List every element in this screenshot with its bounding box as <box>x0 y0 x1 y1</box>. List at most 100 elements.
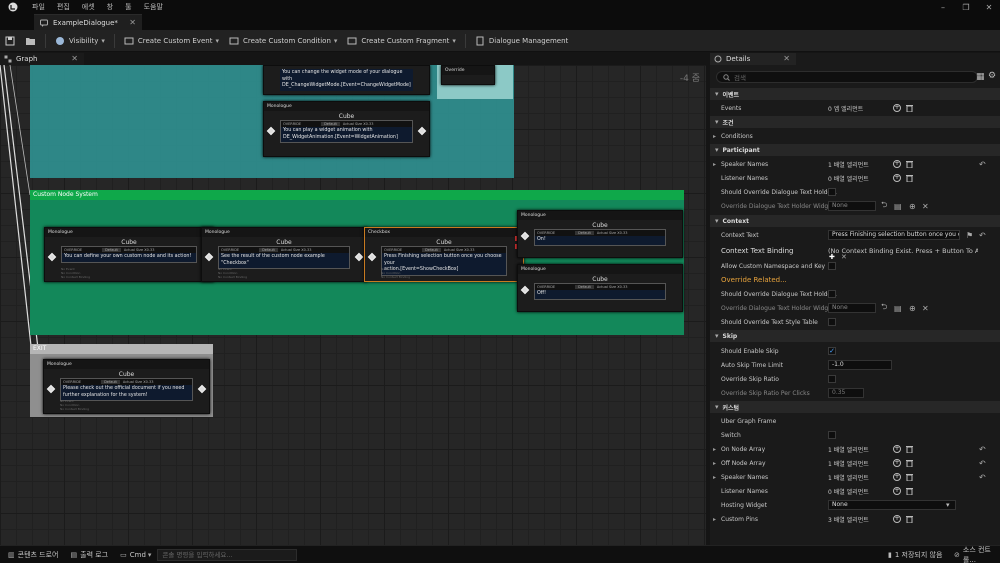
create-custom-fragment-button[interactable]: Create Custom Fragment ▾ <box>342 32 460 50</box>
source-control-button[interactable]: ⊘ 소스 컨트롤... <box>954 545 1000 563</box>
exec-input-pin[interactable] <box>204 252 214 262</box>
exec-input-pin[interactable] <box>520 231 530 241</box>
unreal-logo-icon[interactable] <box>6 0 20 14</box>
folder-icon[interactable]: ▤ <box>894 202 902 211</box>
prop-custom-pins[interactable]: Custom Pins3 배열 엘리먼트+ <box>710 512 1000 526</box>
override-node[interactable]: Override <box>441 65 495 85</box>
exec-output-pin[interactable] <box>354 252 364 262</box>
document-tab[interactable]: ExampleDialogue* ✕ <box>34 14 142 30</box>
reset-icon[interactable]: ↶ <box>979 160 986 169</box>
checkbox[interactable] <box>828 375 836 383</box>
exec-input-pin[interactable] <box>47 252 57 262</box>
add-icon[interactable]: ⊕ <box>909 304 916 313</box>
monologue-node-define[interactable]: Monologue Cube OVERRIDE Default Actual Siz… <box>44 227 214 282</box>
exec-input-pin[interactable] <box>520 285 530 295</box>
trash-icon[interactable] <box>906 487 913 496</box>
visibility-button[interactable]: Visibility ▾ <box>50 32 110 50</box>
add-icon[interactable]: + <box>893 445 901 453</box>
menu-file[interactable]: 파일 <box>32 2 45 12</box>
folder-icon[interactable]: ▤ <box>894 304 902 313</box>
exec-input-pin[interactable] <box>46 384 56 394</box>
menu-tools[interactable]: 툴 <box>125 2 131 12</box>
close-icon[interactable]: ✕ <box>922 304 929 313</box>
exec-input-pin[interactable] <box>266 126 276 136</box>
skip-ratio-field[interactable]: 0.35 <box>828 388 864 398</box>
widget-mode-node[interactable]: You can change the widget mode of your d… <box>263 65 430 95</box>
checkbox[interactable] <box>828 318 836 326</box>
graph-tab[interactable]: Graph ✕ <box>0 53 84 65</box>
exec-input-pin[interactable] <box>367 252 377 262</box>
context-text-field[interactable]: Press Finishing selection button once yo… <box>828 230 960 240</box>
section-event[interactable]: ▾ 이벤트 <box>710 88 1000 100</box>
details-search-input[interactable]: 검색 <box>716 71 978 83</box>
trash-icon[interactable] <box>906 174 913 183</box>
close-window-icon[interactable]: ✕ <box>978 0 1000 14</box>
checkbox-node[interactable]: Checkbox Cube OVERRIDE Default Actual Size… <box>364 227 524 282</box>
section-participant[interactable]: ▾ Participant <box>710 144 1000 156</box>
menu-window[interactable]: 창 <box>107 2 113 12</box>
chevron-down-icon[interactable]: ▾ <box>946 501 950 509</box>
section-custom[interactable]: ▾ 커스텀 <box>710 401 1000 413</box>
add-icon[interactable]: + <box>893 473 901 481</box>
prop-conditions[interactable]: Conditions <box>710 129 1000 143</box>
add-icon[interactable]: + <box>893 174 901 182</box>
holder-widget-select[interactable]: None <box>828 201 876 211</box>
monologue-node-checkbox-example[interactable]: Monologue Cube OVERRIDE Default Actual Siz… <box>201 227 367 282</box>
monologue-node-on[interactable]: Monologue Cube OVERRIDE Default Actual Siz… <box>517 210 683 258</box>
menu-edit[interactable]: 편집 <box>57 2 70 12</box>
checkbox[interactable] <box>828 431 836 439</box>
trash-icon[interactable] <box>906 104 913 113</box>
section-skip[interactable]: ▾ Skip <box>710 330 1000 342</box>
prop-on-node-array[interactable]: On Node Array1 배열 엘리먼트+↶ <box>710 442 1000 456</box>
prop-speaker-names[interactable]: Speaker Names1 배열 엘리먼트+↶ <box>710 157 1000 171</box>
monologue-node-off[interactable]: Monologue Cube OVERRIDE Default Actual Siz… <box>517 264 683 312</box>
close-tab-icon[interactable]: ✕ <box>783 54 790 63</box>
add-icon[interactable]: + <box>893 487 901 495</box>
prop-speaker-names-2[interactable]: Speaker Names1 배열 엘리먼트+↶ <box>710 470 1000 484</box>
create-custom-event-button[interactable]: Create Custom Event ▾ <box>119 32 224 50</box>
menu-asset[interactable]: 에셋 <box>82 2 95 12</box>
flag-icon[interactable]: ⚑ <box>966 231 973 240</box>
exec-output-pin[interactable] <box>197 384 207 394</box>
console-command-input[interactable]: 콘솔 명령을 입력하세요... <box>157 548 298 561</box>
save-button[interactable] <box>0 32 20 50</box>
add-icon[interactable]: ⊕ <box>909 202 916 211</box>
auto-skip-time-field[interactable]: -1.0 <box>828 360 892 370</box>
menu-help[interactable]: 도움말 <box>144 2 163 12</box>
monologue-node-widget-anim[interactable]: Monologue Cube OVERRIDE Default Actual Siz… <box>263 101 430 157</box>
trash-icon[interactable] <box>906 445 913 454</box>
close-tab-icon[interactable]: ✕ <box>129 18 136 27</box>
monologue-node-exit[interactable]: Monologue Cube OVERRIDE Default Actual Siz… <box>43 359 210 414</box>
browse-button[interactable] <box>20 32 41 50</box>
output-log-button[interactable]: ▤ 출력 로그 <box>71 550 109 560</box>
reset-icon[interactable]: ↶ <box>979 473 986 482</box>
graph-canvas[interactable]: -4 줌 Override You can change the widget … <box>0 65 706 545</box>
add-icon[interactable]: + <box>893 104 901 112</box>
hosting-widget-select[interactable]: None <box>828 500 956 510</box>
reset-icon[interactable]: ⮌ <box>881 301 887 315</box>
grid-view-icon[interactable]: ▦ <box>976 72 985 82</box>
trash-icon[interactable] <box>906 160 913 169</box>
add-icon[interactable]: + <box>893 459 901 467</box>
section-condition[interactable]: ▾ 조건 <box>710 116 1000 128</box>
exec-output-pin[interactable] <box>417 126 427 136</box>
prop-off-node-array[interactable]: Off Node Array1 배열 엘리먼트+↶ <box>710 456 1000 470</box>
cmd-button[interactable]: ▭ Cmd ▾ <box>120 551 151 559</box>
section-context[interactable]: ▾ Context <box>710 215 1000 227</box>
create-custom-condition-button[interactable]: Create Custom Condition ▾ <box>224 32 342 50</box>
minimize-icon[interactable]: – <box>932 0 954 14</box>
settings-gear-icon[interactable]: ⚙ <box>988 71 996 81</box>
checkbox-checked[interactable]: ✓ <box>828 347 836 355</box>
checkbox[interactable] <box>828 290 836 298</box>
trash-icon[interactable] <box>906 459 913 468</box>
reset-icon[interactable]: ↶ <box>979 445 986 454</box>
dialogue-management-button[interactable]: Dialogue Management <box>470 32 573 50</box>
unsaved-indicator[interactable]: ▮ 1 저장되지 않음 <box>888 550 942 560</box>
holder-widget-select[interactable]: None <box>828 303 876 313</box>
add-icon[interactable]: + <box>893 160 901 168</box>
close-tab-icon[interactable]: ✕ <box>71 54 78 63</box>
checkbox[interactable] <box>828 188 836 196</box>
add-icon[interactable]: + <box>893 515 901 523</box>
content-drawer-button[interactable]: ▥ 콘텐츠 드로어 <box>8 550 59 560</box>
trash-icon[interactable] <box>906 515 913 524</box>
